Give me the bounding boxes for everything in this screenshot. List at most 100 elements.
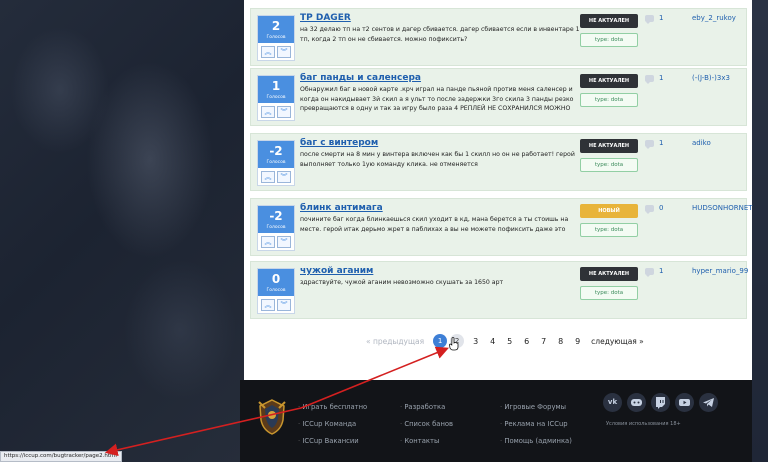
footer-link-contacts[interactable]: Контакты — [400, 433, 453, 450]
age-notice: Условия использования 18+ — [606, 421, 681, 427]
comments-number: 1 — [659, 74, 664, 82]
page-5-link[interactable]: 5 — [501, 337, 518, 346]
hand-cursor-icon — [449, 337, 459, 351]
vote-label: Голосов — [266, 160, 286, 165]
bug-title-link[interactable]: чужой аганим — [300, 266, 373, 276]
status-badge: НЕ АКТУАЛЕН — [580, 74, 638, 88]
page-1-link[interactable]: 1 — [433, 334, 448, 348]
comments-count[interactable]: 1 — [645, 74, 664, 84]
bug-title-link[interactable]: блинк антимага — [300, 203, 383, 213]
vote-label: Голосов — [266, 288, 286, 293]
upvote-button[interactable]: ︽ — [261, 106, 275, 118]
type-tag[interactable]: type: dota — [580, 223, 638, 237]
bug-row: -2 Голосов ︽ ︾ блинк антимага почините б… — [250, 198, 753, 256]
page-9-link[interactable]: 9 — [569, 337, 586, 346]
vote-count: 0 — [271, 272, 281, 286]
type-tag[interactable]: type: dota — [580, 33, 638, 47]
downvote-button[interactable]: ︾ — [277, 299, 291, 311]
bug-title-link[interactable]: баг с винтером — [300, 138, 378, 148]
iccup-logo[interactable] — [257, 398, 287, 436]
footer-link-ads[interactable]: Реклама на ICCup — [500, 416, 572, 433]
type-tag[interactable]: type: dota — [580, 286, 638, 300]
author-link[interactable]: eby_2_rukoy — [692, 14, 736, 22]
vote-label: Голосов — [266, 95, 286, 100]
page-6-link[interactable]: 6 — [518, 337, 535, 346]
page-3-link[interactable]: 3 — [467, 337, 484, 346]
vote-box: -2 Голосов ︽ ︾ — [257, 140, 295, 186]
footer-link-development[interactable]: Разработка — [400, 399, 453, 416]
comments-number: 1 — [659, 267, 664, 275]
bug-row: 0 Голосов ︽ ︾ чужой аганим здраствуйте, … — [250, 261, 748, 319]
page-4-link[interactable]: 4 — [484, 337, 501, 346]
footer-link-forums[interactable]: Игровые Форумы — [500, 399, 572, 416]
vote-counter: 2 Голосов — [258, 16, 294, 43]
bug-description: Обнаружил баг в новой карте .крч играл н… — [300, 86, 574, 113]
footer-link-help[interactable]: Помощь (админка) — [500, 433, 572, 450]
vk-icon[interactable]: vk — [603, 393, 622, 412]
status-badge: НЕ АКТУАЛЕН — [580, 267, 638, 281]
page-8-link[interactable]: 8 — [552, 337, 569, 346]
downvote-button[interactable]: ︾ — [277, 171, 291, 183]
vote-box: -2 Голосов ︽ ︾ — [257, 205, 295, 251]
vote-counter: -2 Голосов — [258, 141, 294, 168]
vote-count: 1 — [271, 79, 281, 93]
comments-number: 1 — [659, 14, 664, 22]
social-links: vk — [603, 393, 718, 412]
downvote-button[interactable]: ︾ — [277, 236, 291, 248]
bug-title-link[interactable]: TP DAGER — [300, 13, 351, 23]
footer-link-play-free[interactable]: Играть бесплатно — [298, 399, 367, 416]
footer-col-3: Игровые Форумы Реклама на ICCup Помощь (… — [500, 399, 572, 450]
background-right-edge — [752, 0, 768, 462]
bug-row: 1 Голосов ︽ ︾ баг панды и саленсера Обна… — [250, 68, 747, 126]
footer-col-2: Разработка Список банов Контакты — [400, 399, 453, 450]
author-link[interactable]: hyper_mario_99 — [692, 267, 748, 275]
vote-counter: 0 Голосов — [258, 269, 294, 296]
next-page-link[interactable]: следующая » — [591, 337, 644, 346]
footer-col-1: Играть бесплатно ICCup Команда ICCup Вак… — [298, 399, 367, 450]
type-tag[interactable]: type: dota — [580, 158, 638, 172]
twitch-icon[interactable] — [651, 393, 670, 412]
comment-icon — [645, 74, 654, 84]
telegram-icon[interactable] — [699, 393, 718, 412]
author-link[interactable]: (-(J-B)-)3x3 — [692, 74, 730, 82]
background-artwork — [0, 0, 245, 462]
upvote-button[interactable]: ︽ — [261, 236, 275, 248]
prev-page-link[interactable]: « предыдущая — [366, 337, 424, 346]
footer-link-jobs[interactable]: ICCup Вакансии — [298, 433, 367, 450]
comment-icon — [645, 14, 654, 24]
upvote-button[interactable]: ︽ — [261, 46, 275, 58]
footer-link-banlist[interactable]: Список банов — [400, 416, 453, 433]
bug-description: почините баг когда блинкаешься скил уход… — [300, 216, 569, 233]
downvote-button[interactable]: ︾ — [277, 46, 291, 58]
bug-row: -2 Голосов ︽ ︾ баг с винтером после смер… — [250, 133, 747, 191]
vote-count: -2 — [269, 209, 283, 223]
bug-description: здраствуйте, чужой аганим невозможно ску… — [300, 279, 504, 286]
vote-count: -2 — [269, 144, 283, 158]
status-badge: НОВЫЙ — [580, 204, 638, 218]
vote-box: 2 Голосов ︽ ︾ — [257, 15, 295, 61]
youtube-icon[interactable] — [675, 393, 694, 412]
pagination: « предыдущая 1 2 3 4 5 6 7 8 9 следующая… — [366, 334, 644, 348]
upvote-button[interactable]: ︽ — [261, 299, 275, 311]
downvote-button[interactable]: ︾ — [277, 106, 291, 118]
footer-link-team[interactable]: ICCup Команда — [298, 416, 367, 433]
author-link[interactable]: adiko — [692, 139, 711, 147]
vote-label: Голосов — [266, 35, 286, 40]
comments-count[interactable]: 0 — [645, 204, 663, 214]
author-link[interactable]: HUDSONHORNET — [692, 204, 753, 212]
upvote-button[interactable]: ︽ — [261, 171, 275, 183]
type-tag[interactable]: type: dota — [580, 93, 638, 107]
comments-number: 1 — [659, 139, 664, 147]
bug-description: на 32 делаю тп на т2 сентов и дагер сбив… — [300, 26, 580, 43]
comment-icon — [645, 267, 654, 277]
status-badge: НЕ АКТУАЛЕН — [580, 14, 638, 28]
vote-box: 1 Голосов ︽ ︾ — [257, 75, 295, 121]
comments-count[interactable]: 1 — [645, 267, 664, 277]
discord-icon[interactable] — [627, 393, 646, 412]
bug-title-link[interactable]: баг панды и саленсера — [300, 73, 421, 83]
comments-count[interactable]: 1 — [645, 139, 664, 149]
vote-label: Голосов — [266, 225, 286, 230]
page-7-link[interactable]: 7 — [535, 337, 552, 346]
vote-count: 2 — [271, 19, 281, 33]
comments-count[interactable]: 1 — [645, 14, 664, 24]
